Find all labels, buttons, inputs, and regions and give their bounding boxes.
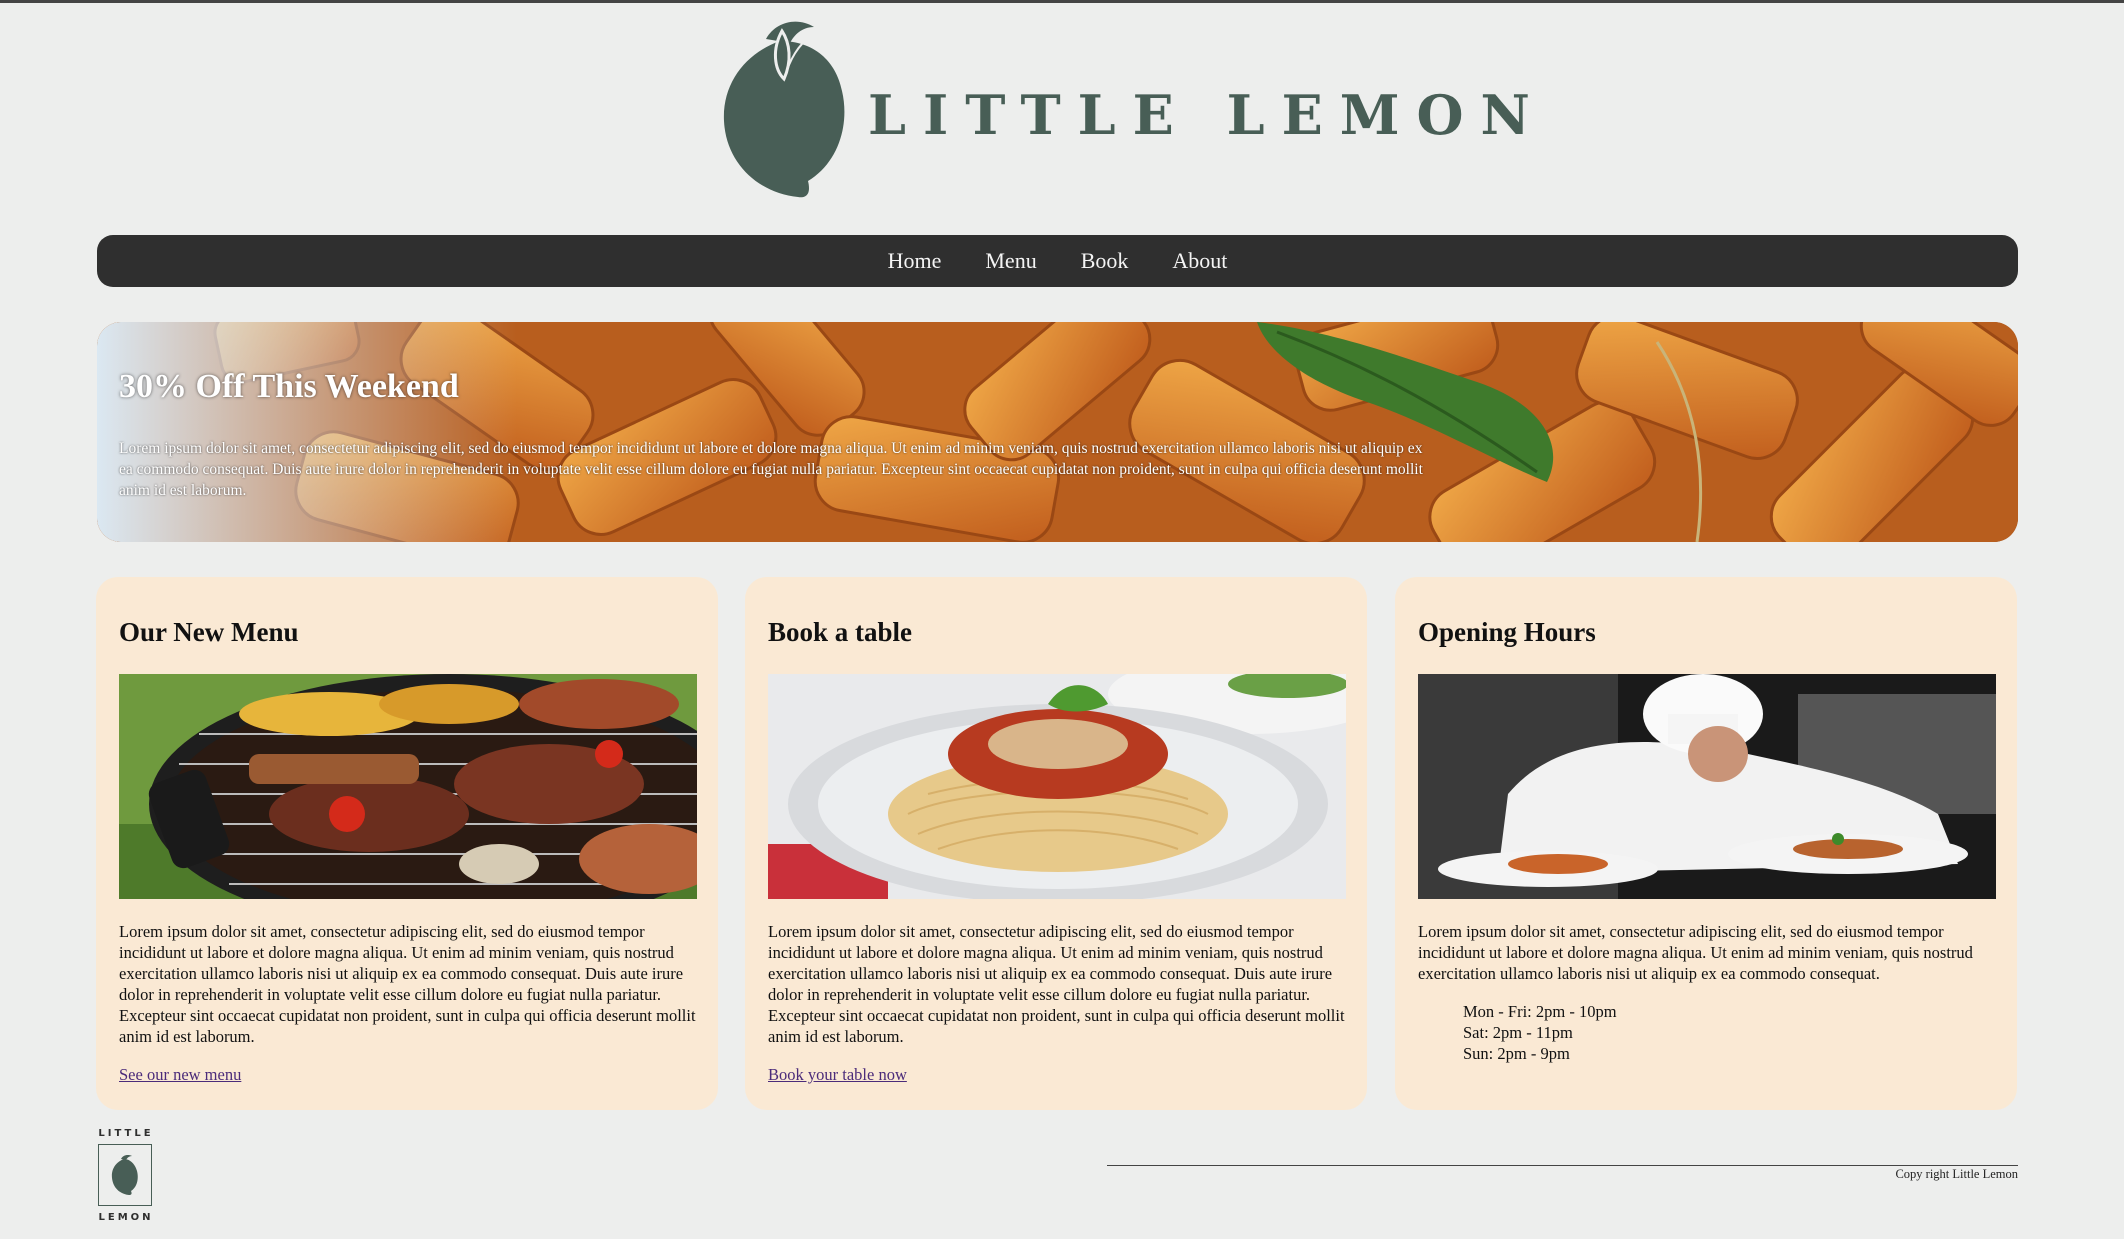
nav-item-home[interactable]: Home [888,248,942,274]
nav-item-menu[interactable]: Menu [985,248,1036,274]
spaghetti-image [768,674,1346,899]
footer-logo[interactable]: LITTLE LEMON [96,1128,156,1236]
hours-saturday: Sat: 2pm - 11pm [1463,1023,1573,1042]
grill-image [119,674,697,899]
promo-title: 30% Off This Weekend [119,368,459,405]
footer-logo-bottom: LEMON [98,1212,154,1223]
lemon-icon [111,1155,138,1195]
card-title: Opening Hours [1418,617,1596,647]
copyright-text: Copy right Little Lemon [1895,1167,2018,1181]
hours-weekday: Mon - Fri: 2pm - 10pm [1463,1002,1617,1021]
card-title: Book a table [768,617,913,647]
footer-logo-top: LITTLE [98,1128,154,1139]
card-text: Lorem ipsum dolor sit amet, consectetur … [768,922,1345,1046]
footer-divider [1107,1165,2018,1166]
brand-name: LITTLE LEMON [868,83,1547,147]
footer-lemon-frame [98,1144,152,1206]
see-new-menu-link[interactable]: See our new menu [119,1065,241,1085]
promo-banner: 30% Off This Weekend Lorem ipsum dolor s… [97,322,2018,542]
nav-item-about[interactable]: About [1172,248,1227,274]
opening-hours-list: Mon - Fri: 2pm - 10pm Sat: 2pm - 11pm Su… [1463,1001,1617,1064]
card-text: Lorem ipsum dolor sit amet, consectetur … [119,922,696,1046]
lemon-logo-icon[interactable] [718,13,858,203]
card-opening-hours: Opening Hours Lorem ipsum dolor sit amet… [1395,577,2017,1110]
promo-text: Lorem ipsum dolor sit amet, consectetur … [119,440,1423,499]
card-text: Lorem ipsum dolor sit amet, consectetur … [1418,922,1973,983]
card-title: Our New Menu [119,617,299,647]
hours-sunday: Sun: 2pm - 9pm [1463,1044,1570,1063]
main-nav: Home Menu Book About [97,235,2018,287]
pasta-banner-image [97,322,2018,542]
card-book-table: Book a table Lorem ipsum dolor sit amet,… [745,577,1367,1110]
card-new-menu: Our New Menu Lorem ipsum dolor sit amet,… [96,577,718,1110]
nav-item-book[interactable]: Book [1081,248,1129,274]
book-table-link[interactable]: Book your table now [768,1065,907,1085]
site-header: LITTLE LEMON [0,11,2124,211]
chef-image [1418,674,1996,899]
